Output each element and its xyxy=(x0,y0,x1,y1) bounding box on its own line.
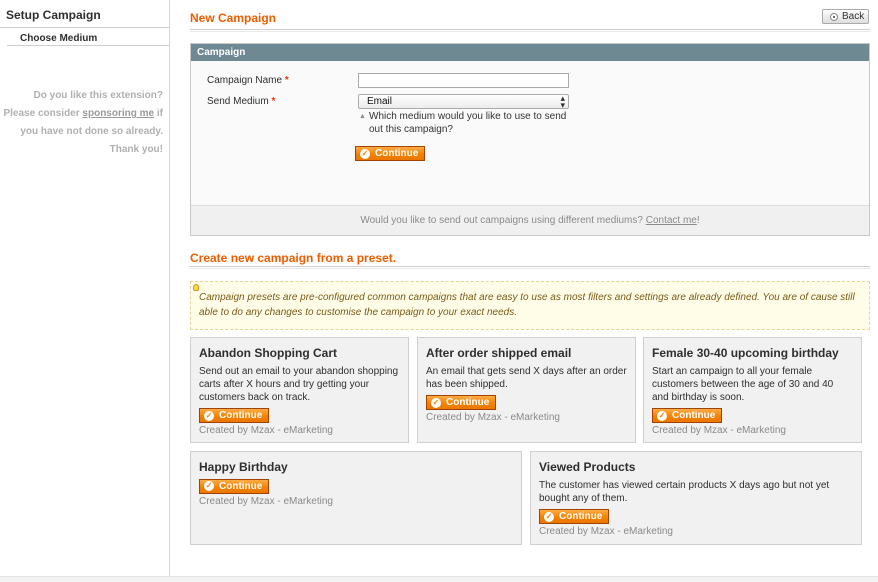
preset-continue-button[interactable]: ✓ Continue xyxy=(199,478,270,494)
contact-me-link[interactable]: Contact me xyxy=(646,215,697,226)
continue-label: Continue xyxy=(375,148,419,159)
lightbulb-icon xyxy=(193,284,199,291)
send-medium-hint: ▲ Which medium would you like to use to … xyxy=(358,110,578,136)
presets-notice-text: Campaign presets are pre-configured comm… xyxy=(199,292,855,318)
page-title: New Campaign xyxy=(190,11,277,25)
preset-card-desc: The customer has viewed certain products… xyxy=(539,480,830,504)
preset-card-credit: Created by Mzax - eMarketing xyxy=(539,526,673,537)
preset-card-credit: Created by Mzax - eMarketing xyxy=(199,425,333,436)
hint-arrow-icon: ▲ xyxy=(359,113,366,120)
continue-button[interactable]: ✓ Continue xyxy=(355,146,426,161)
sponsor-line-4: Thank you! xyxy=(109,144,163,155)
preset-card-credit: Created by Mzax - eMarketing xyxy=(652,425,786,436)
send-medium-hint-text: Which medium would you like to use to se… xyxy=(369,111,567,135)
preset-card-viewed-products: Viewed Products The customer has viewed … xyxy=(530,451,862,545)
continue-label: Continue xyxy=(219,480,263,492)
check-icon: ✓ xyxy=(204,481,214,491)
check-icon: ✓ xyxy=(544,511,554,522)
tab-choose-medium[interactable]: Choose Medium xyxy=(7,28,169,46)
preset-card-abandon-cart: Abandon Shopping Cart Send out an email … xyxy=(190,337,409,443)
presets-title: Create new campaign from a preset. xyxy=(190,251,397,265)
check-icon: ✓ xyxy=(360,148,370,159)
presets-notice: Campaign presets are pre-configured comm… xyxy=(190,281,870,330)
preset-card-desc: Start an campaign to all your female cus… xyxy=(652,366,834,403)
send-medium-value: Email xyxy=(367,96,393,107)
sidebar-title: Setup Campaign xyxy=(0,0,169,28)
bottom-bar xyxy=(0,576,878,582)
presets-divider xyxy=(190,266,870,269)
preset-card-desc: An email that gets send X days after an … xyxy=(426,366,627,390)
back-button[interactable]: Back xyxy=(822,9,869,24)
sponsor-line-1: Do you like this extension? xyxy=(33,90,163,101)
preset-card-title: Abandon Shopping Cart xyxy=(199,346,337,360)
campaign-name-label-text: Campaign Name xyxy=(207,75,283,86)
continue-label: Continue xyxy=(219,410,263,421)
back-icon xyxy=(830,12,838,21)
campaign-fieldset: Campaign Campaign Name * Send Medium * E… xyxy=(190,43,870,236)
sponsor-line-2: Please consider sponsoring me if xyxy=(0,105,163,123)
continue-label: Continue xyxy=(446,397,490,408)
preset-card-title: Happy Birthday xyxy=(199,460,288,474)
select-arrows-icon: ▴ ▾ xyxy=(560,93,565,110)
continue-label: Continue xyxy=(559,511,603,522)
sponsor-message: Do you like this extension? Please consi… xyxy=(0,87,169,159)
check-icon: ✓ xyxy=(657,410,667,421)
preset-card-female-birthday: Female 30-40 upcoming birthday Start an … xyxy=(643,337,862,443)
preset-continue-button[interactable]: ✓ Continue xyxy=(426,395,497,410)
send-medium-select[interactable]: Email ▴ ▾ xyxy=(358,93,569,110)
preset-continue-button[interactable]: ✓ Continue xyxy=(652,408,723,423)
title-divider xyxy=(190,29,870,32)
check-icon: ✓ xyxy=(431,397,441,408)
send-medium-label-text: Send Medium xyxy=(207,96,269,107)
campaign-name-input[interactable] xyxy=(358,73,569,88)
fieldset-footer: Would you like to send out campaigns usi… xyxy=(191,205,869,235)
sponsor-line-3: you have not done so already. xyxy=(20,126,163,137)
preset-card-title: Female 30-40 upcoming birthday xyxy=(652,346,839,360)
preset-card-title: Viewed Products xyxy=(539,460,636,474)
sidebar: Setup Campaign Choose Medium Do you like… xyxy=(0,0,170,582)
preset-continue-button[interactable]: ✓ Continue xyxy=(539,509,610,524)
preset-card-credit: Created by Mzax - eMarketing xyxy=(199,495,333,507)
preset-card-order-shipped: After order shipped email An email that … xyxy=(417,337,636,443)
preset-continue-button[interactable]: ✓ Continue xyxy=(199,408,270,423)
sponsor-line-2-pre: Please consider xyxy=(3,108,83,119)
preset-card-desc: Send out an email to your abandon shoppi… xyxy=(199,366,399,403)
required-mark: * xyxy=(271,96,276,107)
footer-suffix: ! xyxy=(696,215,700,226)
continue-label: Continue xyxy=(672,410,716,421)
preset-card-credit: Created by Mzax - eMarketing xyxy=(426,412,560,423)
fieldset-header: Campaign xyxy=(191,44,869,61)
footer-text: Would you like to send out campaigns usi… xyxy=(360,215,646,226)
preset-card-happy-birthday: Happy Birthday ✓ Continue Created by Mza… xyxy=(190,451,522,545)
sponsoring-link[interactable]: sponsoring me xyxy=(82,108,154,119)
preset-card-title: After order shipped email xyxy=(426,346,572,360)
back-label: Back xyxy=(842,11,865,22)
send-medium-label: Send Medium * xyxy=(207,96,275,107)
check-icon: ✓ xyxy=(204,410,214,421)
campaign-name-label: Campaign Name * xyxy=(207,75,289,86)
required-mark: * xyxy=(284,75,289,86)
sponsor-line-2-post: if xyxy=(154,108,163,119)
